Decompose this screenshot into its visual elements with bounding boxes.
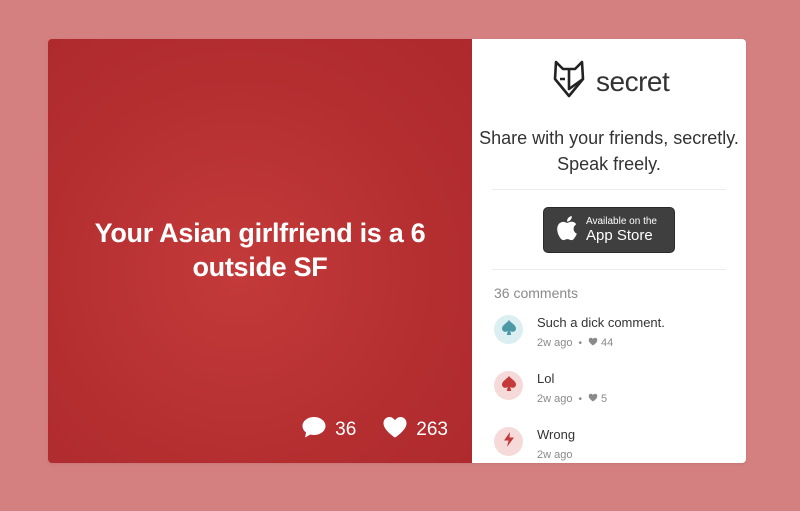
sidebar: secret Share with your friends, secretly…: [472, 39, 746, 463]
apple-icon: [556, 215, 578, 246]
secret-card: Your Asian girlfriend is a 6 outside SF …: [48, 39, 746, 463]
heart-icon[interactable]: [588, 393, 598, 405]
spade-icon: [501, 319, 516, 340]
heart-icon[interactable]: [588, 337, 598, 349]
comment-meta: 2w ago • 44: [537, 337, 665, 349]
comment-time: 2w ago: [537, 393, 573, 405]
comment-meta: 2w ago: [537, 449, 575, 461]
separator-dot: •: [578, 337, 582, 349]
app-store-big-text: App Store: [586, 227, 653, 244]
comment-avatar: [494, 371, 523, 400]
tagline-line1: Share with your friends, secretly.: [479, 128, 739, 148]
app-store-button[interactable]: Available on the App Store: [543, 207, 675, 253]
comment-item[interactable]: Wrong 2w ago: [494, 427, 575, 461]
speech-bubble-icon: [301, 415, 335, 445]
spade-icon: [501, 375, 516, 396]
app-store-small-text: Available on the: [586, 216, 657, 227]
tagline: Share with your friends, secretly. Speak…: [472, 125, 746, 177]
comments-count: 36 comments: [494, 285, 579, 301]
post-panel: Your Asian girlfriend is a 6 outside SF …: [48, 39, 472, 463]
comment-count: 36: [335, 419, 357, 440]
divider: [492, 269, 726, 270]
comment-body: Wrong 2w ago: [537, 427, 575, 461]
comment-likes: 5: [601, 393, 608, 405]
brand-name: secret: [596, 65, 670, 97]
post-stats: 36 263: [301, 415, 448, 445]
divider: [492, 189, 726, 190]
comment-likes: 44: [601, 337, 614, 349]
comment-item[interactable]: Such a dick comment. 2w ago • 44: [494, 315, 665, 349]
comment-time: 2w ago: [537, 449, 573, 461]
like-count: 263: [416, 419, 448, 440]
secret-fox-logo-icon: [552, 59, 586, 104]
brand[interactable]: secret: [552, 59, 670, 104]
like-stat[interactable]: 263: [382, 415, 448, 445]
comment-text: Such a dick comment.: [537, 315, 665, 330]
tagline-line2: Speak freely.: [557, 154, 661, 174]
lightning-icon: [503, 431, 515, 452]
comment-body: Such a dick comment. 2w ago • 44: [537, 315, 665, 349]
comment-avatar: [494, 427, 523, 456]
post-text: Your Asian girlfriend is a 6 outside SF: [94, 218, 426, 282]
comment-meta: 2w ago • 5: [537, 393, 607, 405]
separator-dot: •: [578, 393, 582, 405]
comment-text: Wrong: [537, 427, 576, 442]
app-store-text: Available on the App Store: [586, 216, 657, 244]
comment-avatar: [494, 315, 523, 344]
heart-icon: [382, 415, 416, 445]
comment-stat[interactable]: 36: [301, 415, 356, 445]
comment-item[interactable]: Lol 2w ago • 5: [494, 371, 607, 405]
comment-text: Lol: [537, 371, 555, 386]
comment-body: Lol 2w ago • 5: [537, 371, 607, 405]
comment-time: 2w ago: [537, 337, 573, 349]
